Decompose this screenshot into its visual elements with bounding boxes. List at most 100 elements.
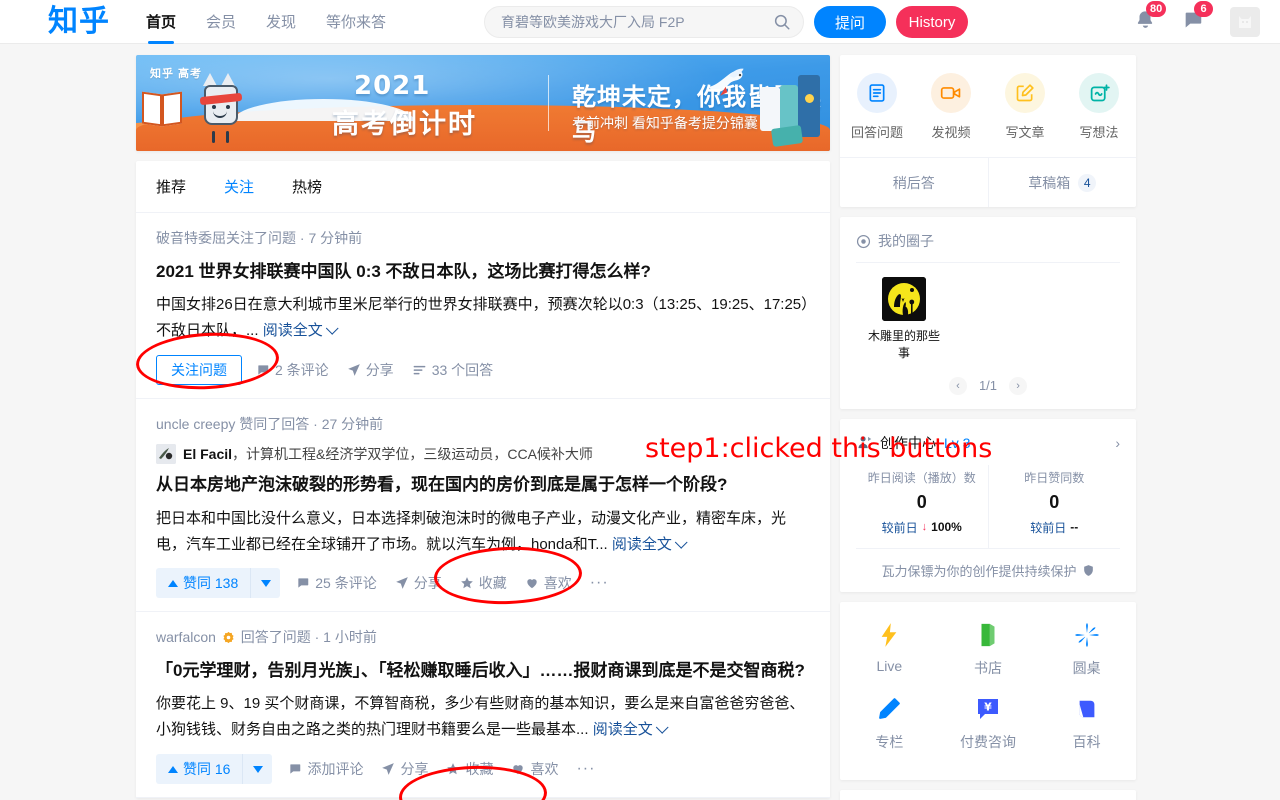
upvote-button[interactable]: 赞同 16 [156, 754, 243, 785]
messages-button[interactable]: 6 [1182, 0, 1213, 36]
creator-protection-text: 瓦力保镖为你的创作提供持续保护 [881, 563, 1077, 579]
search-icon[interactable] [773, 13, 791, 31]
read-more-link[interactable]: 阅读全文 [593, 721, 669, 738]
feed-item-title[interactable]: 2021 世界女排联赛中国队 0:3 不敌日本队，这场比赛打得怎么样? [156, 259, 810, 285]
feed-tabs: 推荐 关注 热榜 [136, 161, 830, 213]
comment-action[interactable]: 25 条评论 [296, 573, 377, 593]
nav-item-discover[interactable]: 发现 [266, 0, 296, 44]
comment-icon [290, 764, 301, 774]
circles-prev-button[interactable]: ‹ [948, 376, 967, 395]
creator-center-card: 创作中心 Lv 3 › 昨日阅读（播放）数 0 较前日 ↓ 100% 昨日赞同数… [840, 418, 1136, 592]
shortcut-answer-question[interactable]: 回答问题 [840, 73, 914, 157]
shortcut-write-idea[interactable]: 写想法 [1062, 73, 1136, 157]
feed-item-title[interactable]: 「0元学理财，告别月光族」、「轻松赚取睡后收入」……报财商课到底是不是交智商税? [156, 658, 810, 684]
avatar[interactable] [1230, 7, 1260, 37]
lightning-icon [878, 620, 900, 650]
favorite-label: 收藏 [465, 761, 494, 778]
chevron-down-icon [674, 535, 688, 549]
history-button[interactable]: History [896, 6, 968, 38]
author-avatar[interactable] [156, 444, 176, 465]
read-more-link[interactable]: 阅读全文 [612, 535, 688, 553]
upvote-count: 16 [214, 761, 231, 778]
stat-value: 0 [916, 491, 927, 512]
creator-stats-row: 昨日阅读（播放）数 0 较前日 ↓ 100% 昨日赞同数 0 较前日 -- [856, 464, 1121, 548]
shortcut-label: 写文章 [1005, 125, 1045, 140]
search-box[interactable] [484, 6, 804, 38]
feed-item-excerpt: 中国女排26日在意大利城市里米尼举行的世界女排联赛中，预赛次轮以0:3（13:2… [156, 292, 810, 344]
favorite-action[interactable]: 收藏 [446, 759, 493, 779]
ask-question-button[interactable]: 提问 [814, 6, 886, 38]
upvote-label: 赞同 [183, 575, 211, 592]
search-input[interactable] [501, 14, 773, 30]
service-bookstore[interactable]: 书店 [939, 620, 1038, 694]
divider [856, 262, 1120, 263]
arrow-down-icon: ↓ [921, 521, 928, 534]
downvote-button[interactable] [250, 568, 281, 599]
notifications-button[interactable]: 80 [1134, 0, 1167, 36]
more-actions-icon[interactable]: ··· [576, 760, 595, 778]
service-label: 百科 [1072, 733, 1101, 750]
svg-text:¥: ¥ [984, 700, 992, 713]
shortcut-post-video[interactable]: 发视频 [914, 73, 988, 157]
feed-item-title[interactable]: 从日本房地产泡沫破裂的形势看，现在国内的房价到底是属于怎样一个阶段? [156, 472, 810, 498]
follow-question-button[interactable]: 关注问题 [156, 354, 242, 385]
shortcut-write-article[interactable]: 写文章 [988, 73, 1062, 157]
stat-label: 昨日赞同数 [1024, 470, 1085, 485]
read-more-link[interactable]: 阅读全文 [263, 322, 339, 339]
like-action[interactable]: 喜欢 [511, 759, 558, 779]
service-paid-consult[interactable]: ¥ 付费咨询 [939, 694, 1038, 768]
feed-item-username[interactable]: warfalcon [156, 629, 216, 645]
creator-center-header[interactable]: 创作中心 Lv 3 › [856, 433, 1120, 453]
services-grid-row: 专栏 ¥ 付费咨询 百科 [840, 694, 1136, 768]
nav-item-waiting-answer[interactable]: 等你来答 [326, 0, 386, 44]
tab-recommend[interactable]: 推荐 [156, 176, 186, 197]
circle-item[interactable]: 木雕里的那些事 [868, 277, 940, 363]
comment-label: 添加评论 [307, 761, 364, 778]
share-action[interactable]: 分享 [347, 360, 394, 380]
nav-item-member[interactable]: 会员 [206, 0, 236, 44]
chevron-right-icon[interactable]: › [1115, 435, 1120, 451]
circles-next-button[interactable]: › [1009, 376, 1028, 395]
tab-hot[interactable]: 热榜 [292, 176, 322, 197]
upvote-button[interactable]: 赞同 138 [156, 568, 251, 599]
service-column[interactable]: 专栏 [840, 694, 939, 768]
service-encyclopedia[interactable]: 百科 [1037, 694, 1136, 768]
zhihu-logo[interactable]: 知乎 [48, 6, 110, 37]
stat-delta: 较前日 -- [989, 519, 1121, 536]
drafts-button[interactable]: 草稿箱 4 [987, 158, 1137, 207]
gaokao-promo-banner[interactable]: 知乎 高考 2021 高考倒计时 乾坤未定，你我皆是黑马 考前冲刺 看知乎备考提… [136, 55, 830, 151]
author-name[interactable]: El Facil [183, 446, 232, 462]
nav-item-home[interactable]: 首页 [146, 0, 176, 44]
book-icon [976, 620, 1000, 650]
more-actions-icon[interactable]: ··· [590, 574, 609, 592]
banner-books-icon [738, 65, 822, 147]
banner-countdown-text: 高考倒计时 [332, 109, 477, 139]
favorite-action[interactable]: 收藏 [460, 573, 507, 593]
feed-item-excerpt: 你要花上 9、19 买个财商课，不算智商税，多少有些财商的基本知识，要么是来自富… [156, 691, 810, 743]
share-label: 分享 [365, 361, 394, 378]
yuan-bubble-icon: ¥ [975, 694, 1001, 724]
creator-stat: 昨日阅读（播放）数 0 较前日 ↓ 100% [856, 465, 988, 548]
pencil-square-icon [1005, 73, 1045, 113]
share-action[interactable]: 分享 [395, 573, 442, 593]
creator-center-title: 创作中心 [880, 434, 936, 451]
encyclopedia-icon [1075, 694, 1099, 724]
comment-action[interactable]: 2 条评论 [256, 360, 329, 380]
like-label: 喜欢 [543, 575, 572, 592]
page-body: 知乎 高考 2021 高考倒计时 乾坤未定，你我皆是黑马 考前冲刺 看知乎备考提… [0, 44, 1280, 800]
upvote-count: 138 [214, 575, 239, 592]
service-roundtable[interactable]: 圆桌 [1037, 620, 1136, 694]
service-live[interactable]: Live [840, 620, 939, 694]
answer-later-button[interactable]: 稍后答 [840, 158, 988, 207]
feed-item-meta: 破音特委屈关注了问题 · 7 分钟前 [156, 230, 363, 246]
comment-action[interactable]: 添加评论 [288, 759, 363, 779]
downvote-button[interactable] [242, 754, 273, 785]
services-grid-row: Live 书店 圆桌 [840, 620, 1136, 694]
answers-action[interactable]: 33 个回答 [412, 360, 493, 380]
sidebar-next-card-stub [840, 789, 1136, 800]
tab-following[interactable]: 关注 [224, 176, 254, 197]
share-action[interactable]: 分享 [381, 759, 428, 779]
feed-item-meta-text: 回答了问题 · 1 小时前 [240, 629, 377, 646]
like-action[interactable]: 喜欢 [525, 573, 572, 593]
shortcut-label: 写想法 [1079, 125, 1119, 140]
